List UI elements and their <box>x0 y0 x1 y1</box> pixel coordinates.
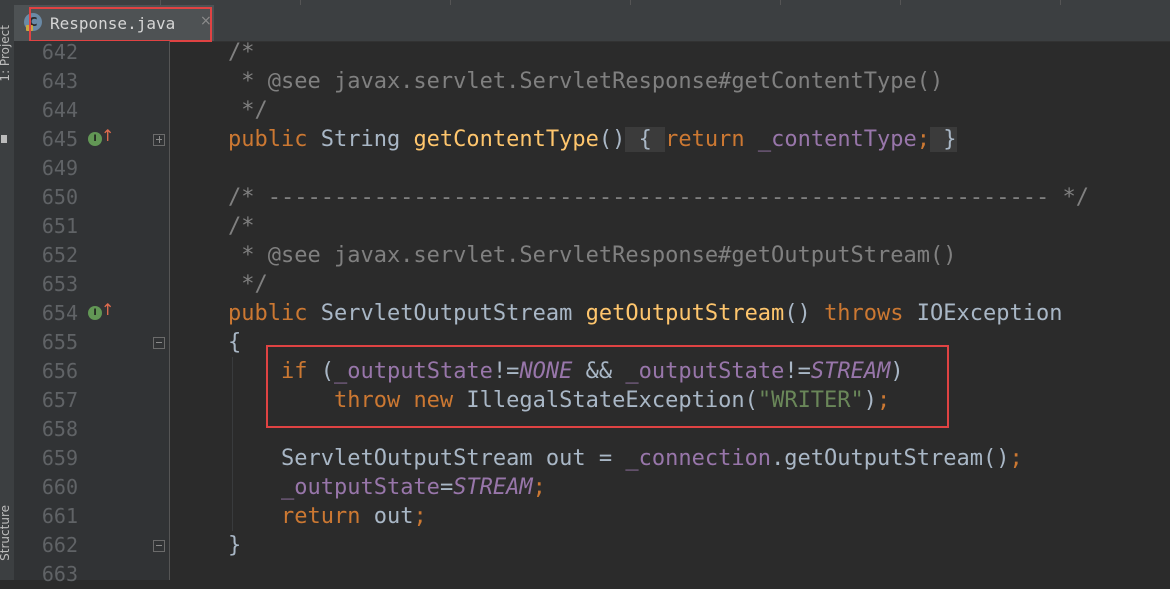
code-token: () <box>598 127 626 152</box>
code-token: throws <box>824 301 917 326</box>
code-token: ServletOutputStream out = <box>228 446 626 471</box>
code-line[interactable]: 661 return out; <box>0 502 1170 531</box>
code-token: getOutputStream <box>585 301 785 326</box>
line-number: 645 <box>41 127 78 151</box>
code-token: * @see javax.servlet.ServletResponse#get… <box>228 243 957 268</box>
code-token: /* <box>228 214 255 239</box>
code-token: String <box>320 127 414 152</box>
line-number: 644 <box>41 98 78 122</box>
code-token: _connection <box>625 446 772 471</box>
code-line[interactable]: 663 <box>0 560 1170 589</box>
code-text: } <box>228 531 241 560</box>
line-number: 659 <box>41 446 78 470</box>
code-token: ; <box>1009 446 1023 471</box>
line-number: 651 <box>41 214 78 238</box>
line-number: 661 <box>41 504 78 528</box>
code-token: () <box>784 301 825 326</box>
code-line[interactable]: 649 <box>0 154 1170 183</box>
code-token: */ <box>228 272 268 297</box>
line-number: 650 <box>41 185 78 209</box>
code-text: */ <box>228 96 268 125</box>
code-line[interactable]: 642 /* <box>0 38 1170 67</box>
code-token: /* <box>228 40 255 65</box>
line-number: 656 <box>41 359 78 383</box>
code-token: getContentType <box>413 127 599 152</box>
code-text: /* <box>228 212 255 241</box>
code-line[interactable]: 654 I ↑ public ServletOutputStream getOutpu… <box>0 299 1170 328</box>
code-token: _outputState <box>280 475 440 500</box>
code-line[interactable]: 662} <box>0 531 1170 560</box>
code-token: = <box>439 475 454 500</box>
code-highlight-box <box>266 345 949 428</box>
code-line[interactable]: 652 * @see javax.servlet.ServletResponse… <box>0 241 1170 270</box>
code-token: return <box>665 127 758 152</box>
code-token: { <box>228 330 242 355</box>
code-token: return <box>280 504 374 529</box>
line-number: 654 <box>41 301 78 325</box>
line-number: 652 <box>41 243 78 267</box>
code-line[interactable]: 645 I ↑ public String getContentType() { re… <box>0 125 1170 154</box>
line-number: 663 <box>41 562 78 586</box>
line-number: 662 <box>41 533 78 557</box>
code-line[interactable]: 643 * @see javax.servlet.ServletResponse… <box>0 67 1170 96</box>
line-number: 657 <box>41 388 78 412</box>
code-token: { <box>625 127 666 152</box>
code-token: ; <box>413 504 427 529</box>
line-number: 658 <box>41 417 78 441</box>
implements-icon[interactable]: I <box>88 306 102 320</box>
implements-icon[interactable]: I <box>88 132 102 146</box>
collapse-fold-icon[interactable] <box>153 337 165 349</box>
code-line[interactable]: 650 /* ----------------------------------… <box>0 183 1170 212</box>
code-line[interactable]: 651 /* <box>0 212 1170 241</box>
code-line[interactable]: 653 */ <box>0 270 1170 299</box>
line-number: 649 <box>41 156 78 180</box>
code-token: */ <box>228 98 268 123</box>
code-token: public <box>228 301 321 326</box>
code-token: * @see javax.servlet.ServletResponse#get… <box>228 69 944 94</box>
up-arrow-icon[interactable]: ↑ <box>101 300 114 320</box>
code-text: _outputState=STREAM; <box>228 473 546 502</box>
code-token: _contentType <box>757 127 917 152</box>
code-token: } <box>228 533 242 558</box>
line-number: 643 <box>41 69 78 93</box>
code-line[interactable]: 660 _outputState=STREAM; <box>0 473 1170 502</box>
line-number: 655 <box>41 330 78 354</box>
code-token: /* -------------------------------------… <box>228 185 1089 210</box>
code-text: /* -------------------------------------… <box>228 183 1089 212</box>
line-number: 653 <box>41 272 78 296</box>
code-token: public <box>228 127 321 152</box>
code-token: out <box>373 504 414 529</box>
code-token: ServletOutputStream <box>320 301 586 326</box>
code-token: STREAM <box>453 475 533 500</box>
tab-highlight-box <box>29 7 212 42</box>
code-token: ; <box>916 127 931 152</box>
code-token: IOException <box>916 301 1063 326</box>
code-line[interactable]: 644 */ <box>0 96 1170 125</box>
code-text: public ServletOutputStream getOutputStre… <box>228 299 1062 328</box>
expand-fold-icon[interactable] <box>153 134 165 146</box>
line-number: 660 <box>41 475 78 499</box>
up-arrow-icon[interactable]: ↑ <box>101 126 114 146</box>
code-token: ; <box>532 475 546 500</box>
collapse-fold-icon[interactable] <box>153 540 165 552</box>
code-line[interactable]: 659 ServletOutputStream out = _connectio… <box>0 444 1170 473</box>
code-text: * @see javax.servlet.ServletResponse#get… <box>228 241 956 270</box>
code-text: ServletOutputStream out = _connection.ge… <box>228 444 1023 473</box>
line-number: 642 <box>41 40 78 64</box>
code-text: return out; <box>228 502 427 531</box>
code-text: */ <box>228 270 268 299</box>
code-text: { <box>228 328 241 357</box>
code-token: .getOutputStream() <box>771 446 1010 471</box>
code-text: /* <box>228 38 255 67</box>
indent-guide <box>232 357 233 531</box>
code-token: } <box>930 127 957 152</box>
code-text: public String getContentType() { return … <box>228 125 957 154</box>
code-text: * @see javax.servlet.ServletResponse#get… <box>228 67 943 96</box>
